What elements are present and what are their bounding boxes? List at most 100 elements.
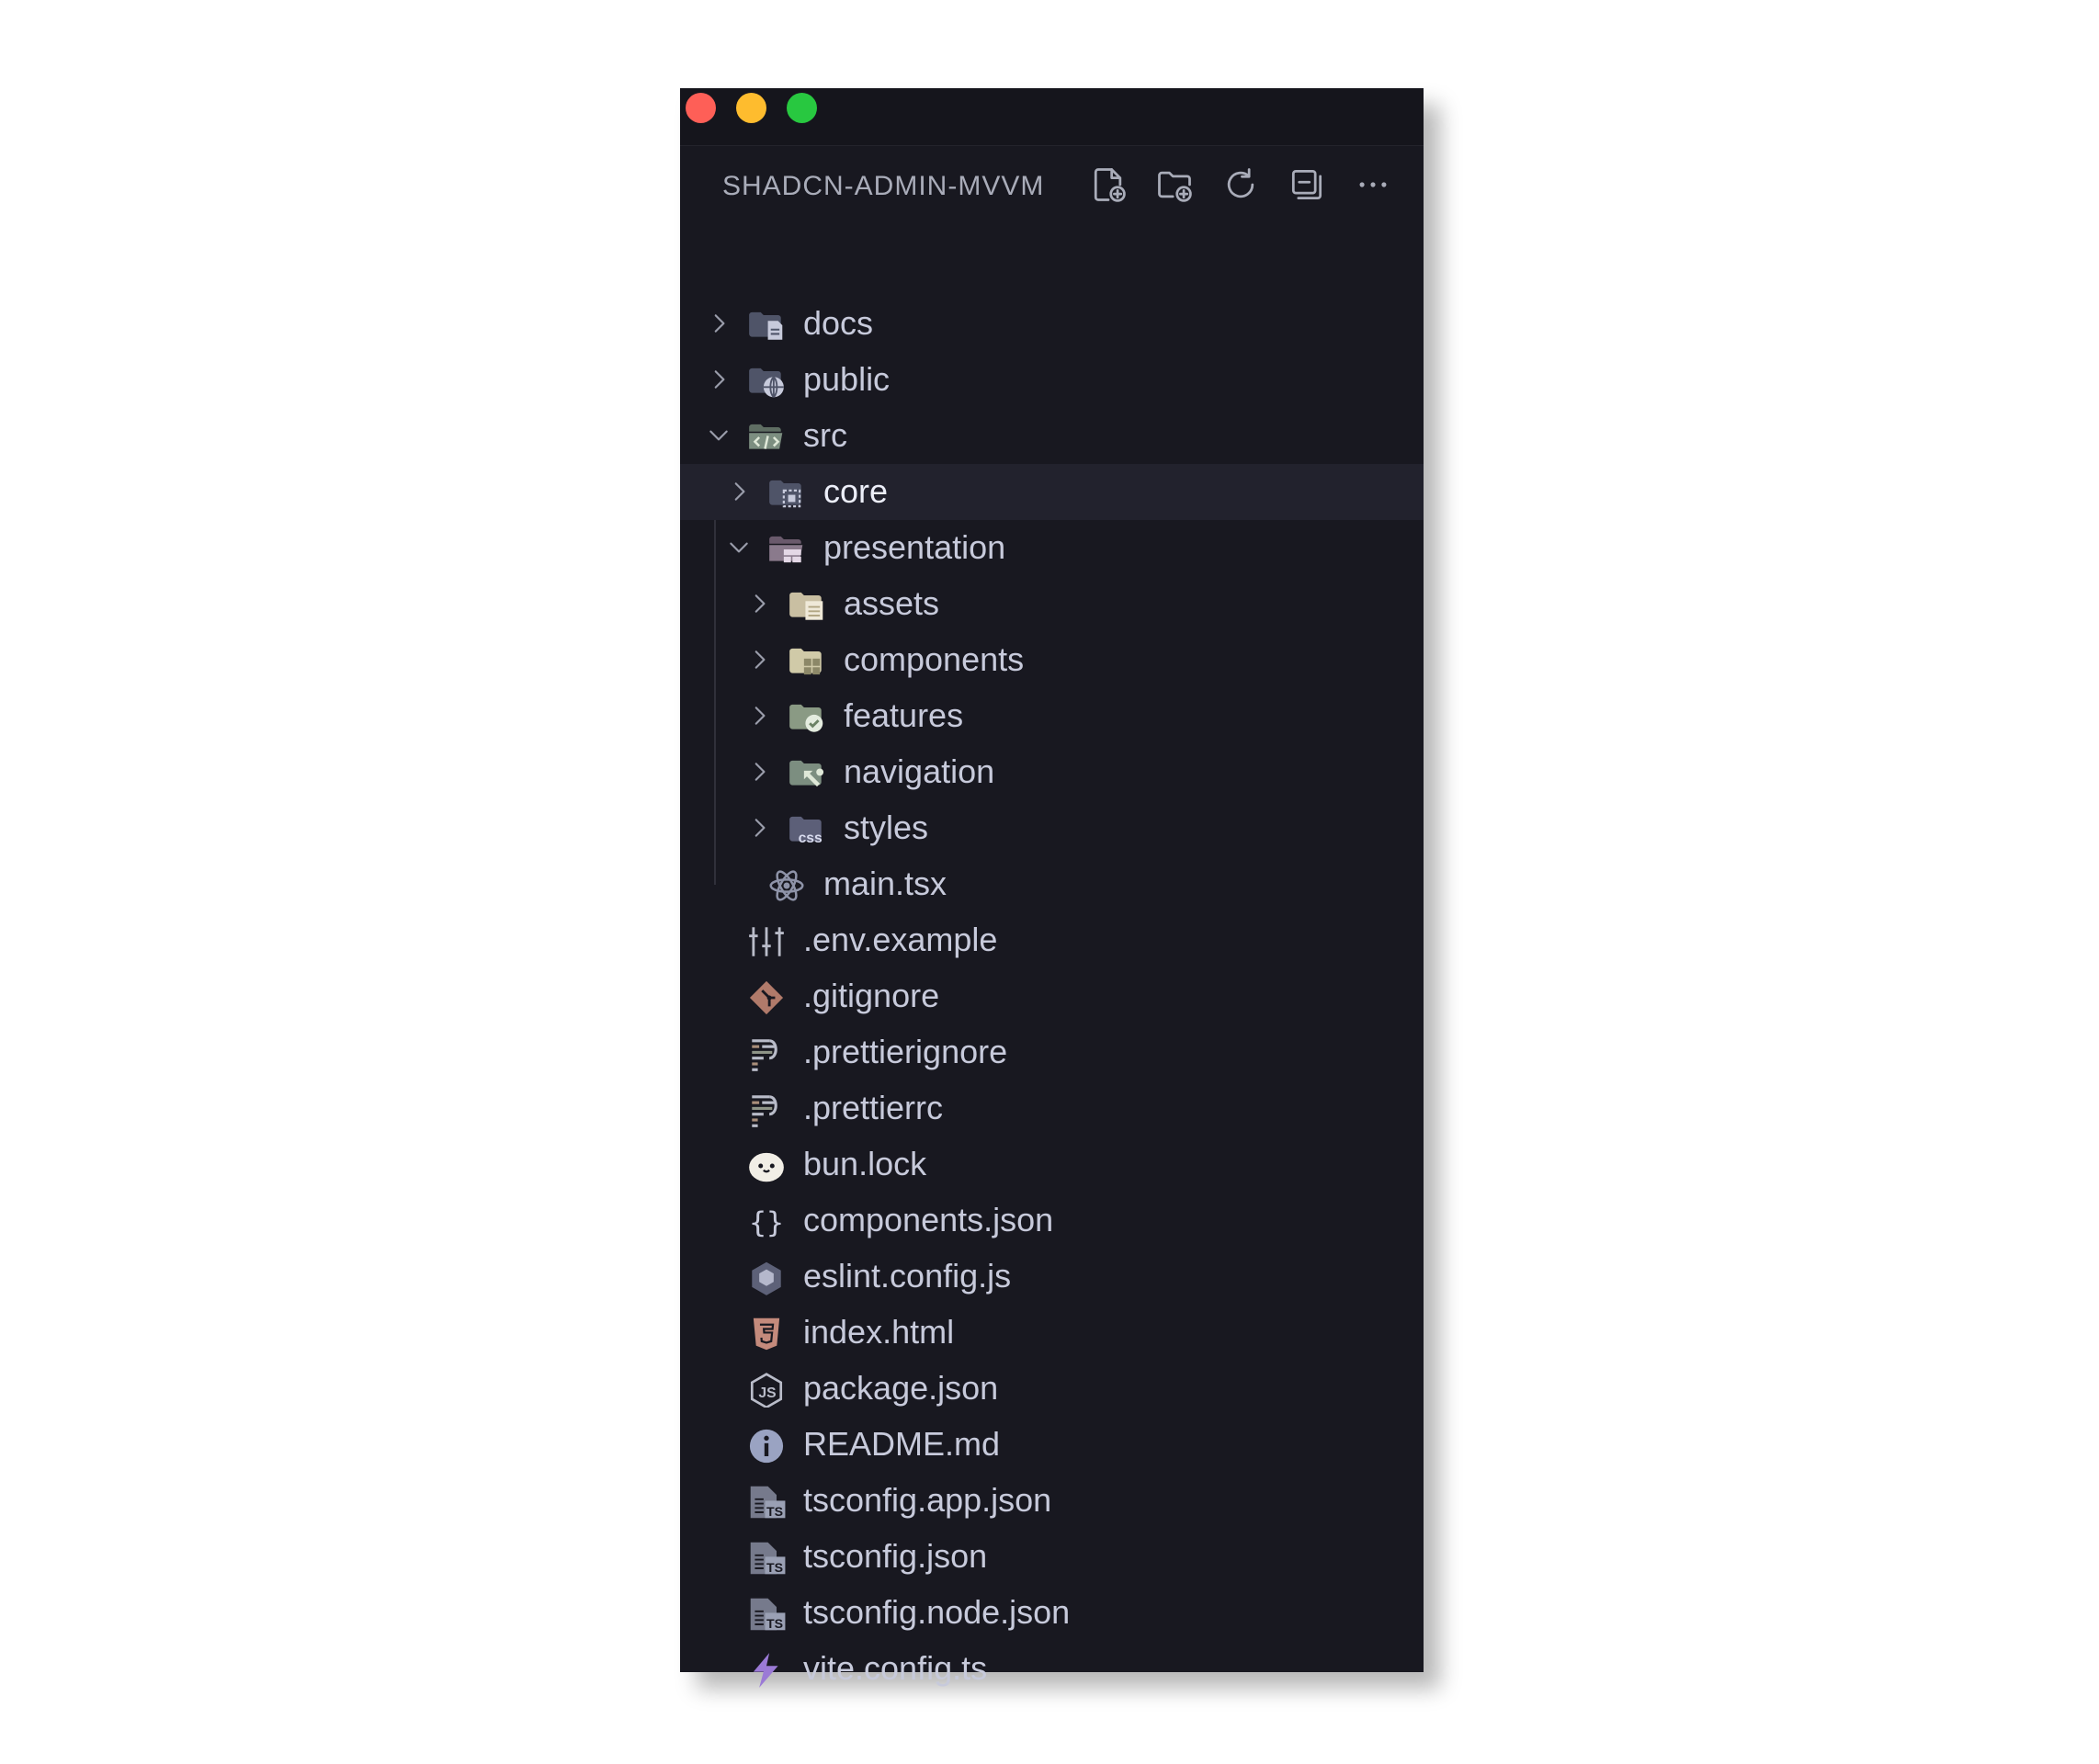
tree-item-label: assets bbox=[844, 584, 940, 622]
tree-item-label: styles bbox=[844, 808, 929, 846]
chevron-down-icon[interactable] bbox=[702, 417, 735, 454]
chevron-right-icon[interactable] bbox=[702, 305, 735, 342]
tree-file-row[interactable]: .env.example bbox=[680, 912, 1424, 968]
folder-core-icon bbox=[766, 476, 807, 511]
folder-navigation-icon bbox=[787, 756, 827, 791]
json-icon: {} bbox=[746, 1204, 787, 1239]
collapse-all-button[interactable] bbox=[1284, 164, 1330, 209]
tree-file-row[interactable]: TS tsconfig.json bbox=[680, 1529, 1424, 1585]
maximize-window-button[interactable] bbox=[787, 93, 817, 123]
chevron-right-icon[interactable] bbox=[743, 641, 776, 678]
tree-item-label: index.html bbox=[803, 1313, 955, 1351]
tree-folder-row[interactable]: src bbox=[680, 408, 1424, 464]
tree-file-row[interactable]: index.html bbox=[680, 1305, 1424, 1361]
tree-file-row[interactable]: JS package.json bbox=[680, 1361, 1424, 1417]
tree-folder-row[interactable]: assets bbox=[680, 576, 1424, 632]
tree-item-label: core bbox=[823, 472, 889, 510]
tree-item-label: eslint.config.js bbox=[803, 1257, 1012, 1295]
tree-item-label: presentation bbox=[823, 528, 1006, 566]
more-actions-button[interactable] bbox=[1350, 164, 1396, 209]
tree-item-label: tsconfig.json bbox=[803, 1537, 988, 1575]
svg-text:css: css bbox=[799, 831, 823, 846]
tree-file-row[interactable]: .gitignore bbox=[680, 968, 1424, 1024]
tree-folder-row[interactable]: navigation bbox=[680, 744, 1424, 800]
new-folder-icon bbox=[1154, 164, 1195, 209]
tree-item-label: .prettierignore bbox=[803, 1033, 1008, 1070]
tree-folder-row[interactable]: features bbox=[680, 688, 1424, 744]
tree-folder-row[interactable]: core bbox=[680, 464, 1424, 520]
env-icon bbox=[746, 924, 787, 959]
chevron-right-icon[interactable] bbox=[722, 473, 755, 510]
tsconfig-icon: TS bbox=[746, 1485, 787, 1520]
tree-folder-row[interactable]: components bbox=[680, 632, 1424, 688]
chevron-right-icon[interactable] bbox=[702, 361, 735, 398]
tree-item-label: README.md bbox=[803, 1425, 1001, 1463]
prettier-icon bbox=[746, 1092, 787, 1127]
tree-item-label: navigation bbox=[844, 752, 995, 790]
tree-file-row[interactable]: bun.lock bbox=[680, 1136, 1424, 1193]
tree-file-row[interactable]: {} components.json bbox=[680, 1193, 1424, 1249]
minimize-window-button[interactable] bbox=[736, 93, 766, 123]
prettier-icon bbox=[746, 1036, 787, 1071]
tree-file-row[interactable]: .prettierrc bbox=[680, 1080, 1424, 1136]
chevron-down-icon[interactable] bbox=[722, 529, 755, 566]
refresh-button[interactable] bbox=[1218, 164, 1264, 209]
tree-file-row[interactable]: TS tsconfig.node.json bbox=[680, 1585, 1424, 1641]
react-icon bbox=[766, 868, 807, 903]
explorer-window: SHADCN-ADMIN-MVVM docs public src core p… bbox=[680, 88, 1424, 1688]
tree-file-row[interactable]: .prettierignore bbox=[680, 1024, 1424, 1080]
tree-file-row[interactable]: README.md bbox=[680, 1417, 1424, 1473]
tree-item-label: vite.config.ts bbox=[803, 1649, 988, 1687]
html-icon bbox=[746, 1317, 787, 1351]
explorer-header: SHADCN-ADMIN-MVVM bbox=[680, 145, 1424, 237]
tree-file-row[interactable]: TS tsconfig.app.json bbox=[680, 1473, 1424, 1529]
svg-text:TS: TS bbox=[766, 1616, 783, 1631]
chevron-right-icon[interactable] bbox=[743, 809, 776, 846]
file-tree: docs public src core presentation assets compo… bbox=[680, 296, 1424, 1697]
tree-item-label: src bbox=[803, 416, 847, 454]
tree-folder-row[interactable]: presentation bbox=[680, 520, 1424, 576]
refresh-icon bbox=[1220, 164, 1261, 209]
eslint-icon bbox=[746, 1261, 787, 1295]
tree-item-label: components.json bbox=[803, 1201, 1054, 1238]
chevron-right-icon[interactable] bbox=[743, 753, 776, 790]
vite-icon bbox=[746, 1653, 787, 1688]
tree-item-label: bun.lock bbox=[803, 1145, 927, 1182]
folder-presentation-icon bbox=[766, 532, 807, 567]
new-folder-button[interactable] bbox=[1152, 164, 1197, 209]
tree-folder-row[interactable]: docs bbox=[680, 296, 1424, 352]
tree-item-label: main.tsx bbox=[823, 865, 947, 902]
folder-features-icon bbox=[787, 700, 827, 735]
folder-components-icon bbox=[787, 644, 827, 679]
title-bar bbox=[680, 88, 1424, 146]
chevron-right-icon[interactable] bbox=[743, 585, 776, 622]
new-file-button[interactable] bbox=[1085, 164, 1131, 209]
explorer-title: SHADCN-ADMIN-MVVM bbox=[722, 171, 1045, 201]
close-window-button[interactable] bbox=[686, 93, 716, 123]
tree-item-label: docs bbox=[803, 304, 874, 342]
tree-file-row[interactable]: main.tsx bbox=[680, 856, 1424, 912]
tree-item-label: features bbox=[844, 696, 964, 734]
svg-text:TS: TS bbox=[766, 1504, 783, 1519]
collapse-all-icon bbox=[1287, 164, 1327, 209]
tree-file-row[interactable]: eslint.config.js bbox=[680, 1249, 1424, 1305]
tree-item-label: tsconfig.app.json bbox=[803, 1481, 1052, 1519]
tree-item-label: .prettierrc bbox=[803, 1089, 944, 1126]
tree-file-row[interactable]: vite.config.ts bbox=[680, 1641, 1424, 1697]
tsconfig-icon: TS bbox=[746, 1541, 787, 1576]
folder-assets-icon bbox=[787, 588, 827, 623]
new-file-icon bbox=[1088, 164, 1129, 209]
svg-text:JS: JS bbox=[758, 1385, 776, 1401]
git-icon bbox=[746, 980, 787, 1015]
tree-folder-row[interactable]: public bbox=[680, 352, 1424, 408]
folder-src-icon bbox=[746, 420, 787, 455]
more-icon bbox=[1353, 164, 1393, 209]
tree-item-label: .env.example bbox=[803, 921, 998, 958]
chevron-right-icon[interactable] bbox=[743, 697, 776, 734]
nodejs-icon: JS bbox=[746, 1373, 787, 1409]
tsconfig-icon: TS bbox=[746, 1597, 787, 1632]
info-icon bbox=[746, 1429, 787, 1464]
tree-folder-row[interactable]: css styles bbox=[680, 800, 1424, 856]
tree-item-label: public bbox=[803, 360, 891, 398]
bun-icon bbox=[746, 1148, 787, 1183]
